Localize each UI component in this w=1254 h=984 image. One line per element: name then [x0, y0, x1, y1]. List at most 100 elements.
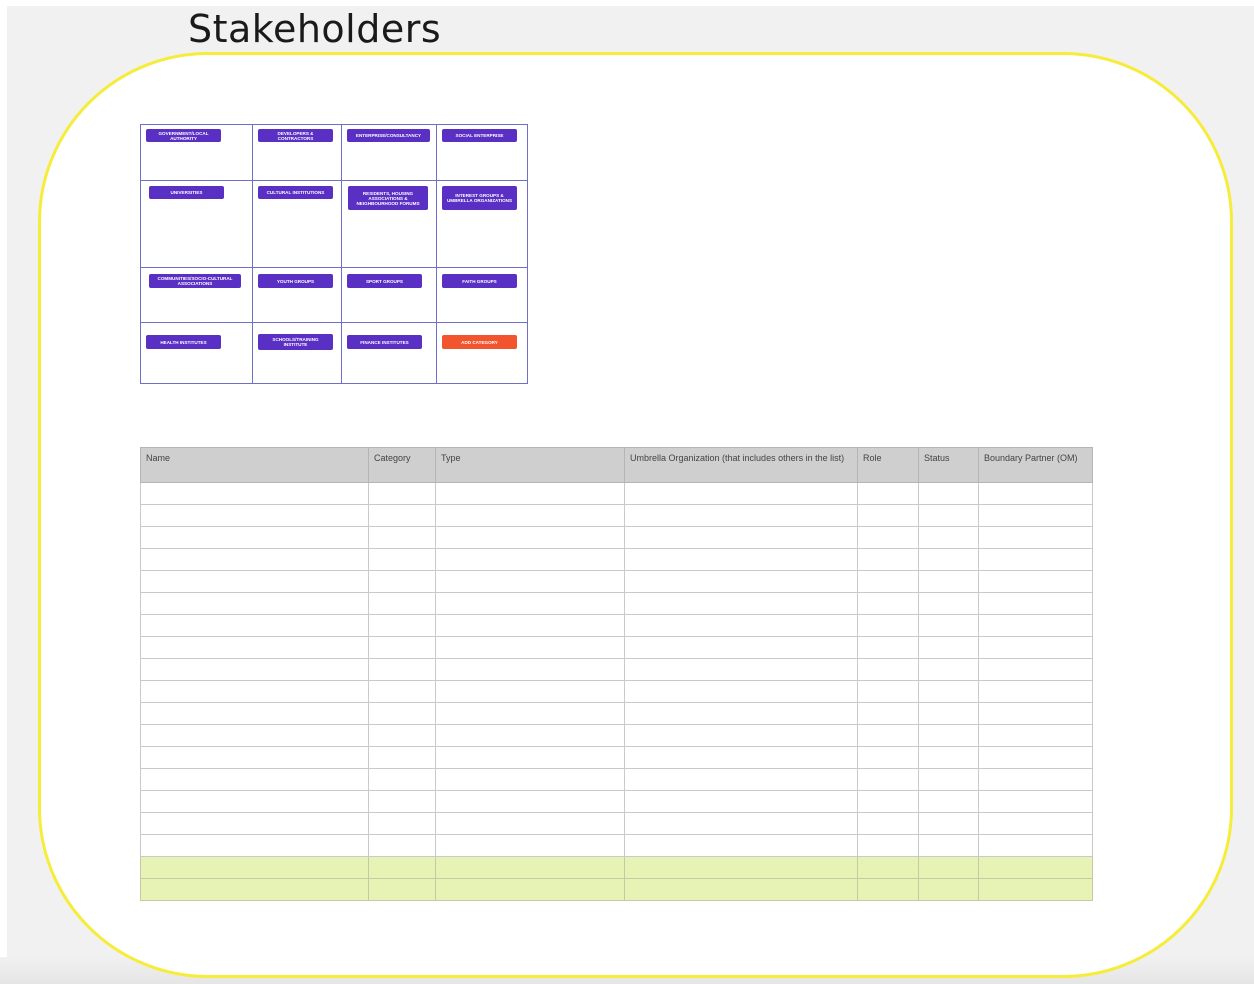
table-cell[interactable]: [368, 834, 436, 857]
table-cell[interactable]: [857, 702, 919, 725]
table-cell[interactable]: [918, 548, 979, 571]
table-cell[interactable]: [368, 482, 436, 505]
table-cell[interactable]: [140, 856, 369, 879]
table-cell[interactable]: [140, 724, 369, 747]
category-tag[interactable]: Cultural Institutions: [258, 186, 333, 199]
table-cell[interactable]: [140, 658, 369, 681]
category-tag[interactable]: Finance Institutes: [347, 335, 422, 349]
table-cell[interactable]: [978, 724, 1093, 747]
table-cell[interactable]: [435, 658, 625, 681]
table-cell[interactable]: [140, 834, 369, 857]
category-tag[interactable]: Universities: [149, 186, 224, 199]
table-cell[interactable]: [857, 592, 919, 615]
table-cell[interactable]: [435, 702, 625, 725]
table-cell[interactable]: [435, 790, 625, 813]
table-cell[interactable]: [857, 482, 919, 505]
category-tag[interactable]: Faith Groups: [442, 274, 517, 288]
table-cell[interactable]: [624, 592, 858, 615]
table-cell[interactable]: [624, 636, 858, 659]
table-cell[interactable]: [368, 636, 436, 659]
column-header[interactable]: Boundary Partner (OM): [978, 447, 1093, 483]
table-cell[interactable]: [624, 856, 858, 879]
table-cell[interactable]: [918, 790, 979, 813]
table-cell[interactable]: [918, 878, 979, 901]
table-cell[interactable]: [918, 482, 979, 505]
column-header[interactable]: Status: [918, 447, 979, 483]
table-cell[interactable]: [857, 526, 919, 549]
table-cell[interactable]: [918, 592, 979, 615]
table-cell[interactable]: [857, 658, 919, 681]
table-cell[interactable]: [624, 482, 858, 505]
table-cell[interactable]: [140, 702, 369, 725]
table-cell[interactable]: [857, 504, 919, 527]
table-cell[interactable]: [435, 834, 625, 857]
table-cell[interactable]: [368, 680, 436, 703]
table-cell[interactable]: [978, 834, 1093, 857]
table-cell[interactable]: [140, 526, 369, 549]
table-cell[interactable]: [624, 812, 858, 835]
table-cell[interactable]: [140, 548, 369, 571]
table-cell[interactable]: [368, 504, 436, 527]
table-cell[interactable]: [857, 856, 919, 879]
table-cell[interactable]: [918, 856, 979, 879]
table-cell[interactable]: [140, 482, 369, 505]
table-cell[interactable]: [624, 570, 858, 593]
table-cell[interactable]: [978, 746, 1093, 769]
table-cell[interactable]: [918, 504, 979, 527]
table-cell[interactable]: [140, 592, 369, 615]
table-cell[interactable]: [978, 878, 1093, 901]
table-cell[interactable]: [857, 636, 919, 659]
table-cell[interactable]: [435, 482, 625, 505]
table-cell[interactable]: [624, 724, 858, 747]
category-tag[interactable]: Developers & Contractors: [258, 129, 333, 142]
table-cell[interactable]: [978, 526, 1093, 549]
table-cell[interactable]: [435, 680, 625, 703]
table-cell[interactable]: [624, 680, 858, 703]
table-cell[interactable]: [435, 768, 625, 791]
table-cell[interactable]: [857, 614, 919, 637]
table-cell[interactable]: [368, 878, 436, 901]
table-cell[interactable]: [978, 482, 1093, 505]
table-cell[interactable]: [857, 834, 919, 857]
table-cell[interactable]: [857, 878, 919, 901]
category-tag[interactable]: Residents, Housing Associations & Neighb…: [348, 186, 428, 210]
table-cell[interactable]: [368, 658, 436, 681]
table-cell[interactable]: [140, 680, 369, 703]
table-cell[interactable]: [978, 504, 1093, 527]
table-cell[interactable]: [435, 724, 625, 747]
column-header[interactable]: Umbrella Organization (that includes oth…: [624, 447, 858, 483]
table-cell[interactable]: [918, 614, 979, 637]
table-cell[interactable]: [435, 570, 625, 593]
table-cell[interactable]: [857, 812, 919, 835]
table-cell[interactable]: [140, 614, 369, 637]
table-cell[interactable]: [624, 834, 858, 857]
table-cell[interactable]: [918, 812, 979, 835]
table-cell[interactable]: [978, 592, 1093, 615]
table-cell[interactable]: [435, 526, 625, 549]
table-cell[interactable]: [857, 570, 919, 593]
table-cell[interactable]: [978, 636, 1093, 659]
table-cell[interactable]: [624, 790, 858, 813]
table-cell[interactable]: [368, 592, 436, 615]
table-cell[interactable]: [140, 636, 369, 659]
table-cell[interactable]: [435, 636, 625, 659]
table-cell[interactable]: [435, 548, 625, 571]
table-cell[interactable]: [368, 768, 436, 791]
table-cell[interactable]: [857, 790, 919, 813]
table-cell[interactable]: [918, 680, 979, 703]
table-cell[interactable]: [368, 746, 436, 769]
table-cell[interactable]: [368, 812, 436, 835]
table-cell[interactable]: [978, 790, 1093, 813]
column-header[interactable]: Role: [857, 447, 919, 483]
table-cell[interactable]: [624, 702, 858, 725]
table-cell[interactable]: [857, 548, 919, 571]
table-cell[interactable]: [918, 746, 979, 769]
table-cell[interactable]: [857, 768, 919, 791]
table-cell[interactable]: [624, 614, 858, 637]
table-cell[interactable]: [435, 614, 625, 637]
table-cell[interactable]: [918, 526, 979, 549]
table-cell[interactable]: [857, 724, 919, 747]
table-cell[interactable]: [368, 724, 436, 747]
table-cell[interactable]: [857, 680, 919, 703]
table-cell[interactable]: [978, 768, 1093, 791]
